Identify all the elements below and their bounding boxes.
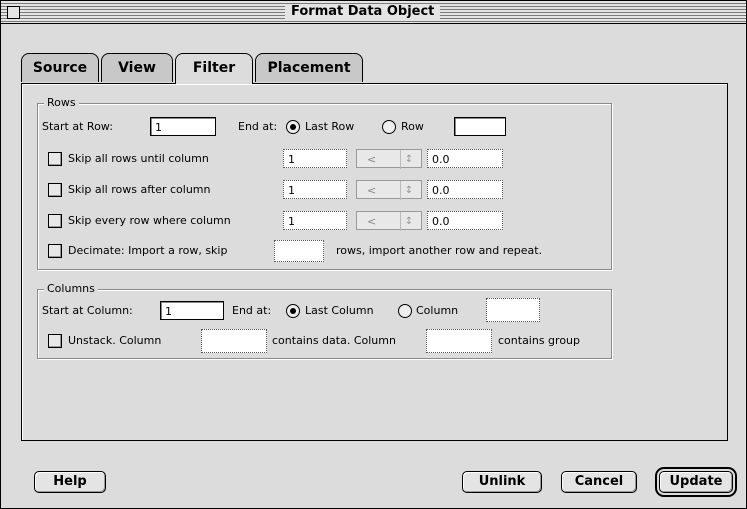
title-bar[interactable]: Format Data Object xyxy=(1,1,746,24)
row-radio[interactable] xyxy=(382,120,396,134)
tab-view[interactable]: View xyxy=(101,53,173,82)
contains-group-label: contains group xyxy=(498,334,581,347)
unstack-group-column-input[interactable] xyxy=(426,329,492,353)
tab-source[interactable]: Source xyxy=(21,53,99,82)
skip-after-value-input[interactable]: 0.0 xyxy=(427,180,503,199)
format-data-object-window: Format Data Object Source View Filter Pl… xyxy=(0,0,747,509)
rows-group: Rows Start at Row: 1 End at: Last Row Ro… xyxy=(37,96,612,270)
close-box-icon[interactable] xyxy=(7,6,20,19)
help-button[interactable]: Help xyxy=(34,471,106,493)
decimate-skip-input[interactable] xyxy=(274,240,324,262)
rows-end-at-label: End at: xyxy=(238,120,278,133)
popup-arrows-icon: ↕ xyxy=(400,150,417,169)
last-row-radio[interactable] xyxy=(286,120,300,134)
skip-after-checkbox[interactable] xyxy=(48,183,62,197)
start-at-row-label: Start at Row: xyxy=(42,120,113,133)
filter-panel: Rows Start at Row: 1 End at: Last Row Ro… xyxy=(21,83,728,441)
tab-filter[interactable]: Filter xyxy=(175,53,253,84)
decimate-label: Decimate: Import a row, skip xyxy=(68,244,228,257)
cancel-button[interactable]: Cancel xyxy=(561,471,637,493)
end-column-input[interactable] xyxy=(486,298,540,322)
skip-until-value-input[interactable]: 0.0 xyxy=(427,149,503,168)
unstack-data-column-input[interactable] xyxy=(201,329,267,353)
skip-until-checkbox[interactable] xyxy=(48,152,62,166)
columns-legend: Columns xyxy=(44,282,98,295)
end-row-input[interactable] xyxy=(454,117,506,136)
skip-every-operator-value: < xyxy=(367,215,377,228)
start-at-column-label: Start at Column: xyxy=(42,304,133,317)
decimate-checkbox[interactable] xyxy=(48,244,62,258)
skip-until-column-input[interactable]: 1 xyxy=(283,149,347,168)
last-row-label: Last Row xyxy=(305,120,355,133)
popup-arrows-icon: ↕ xyxy=(400,212,417,231)
last-column-radio[interactable] xyxy=(286,304,300,318)
skip-every-label: Skip every row where column xyxy=(68,214,231,227)
unstack-checkbox[interactable] xyxy=(48,334,62,348)
skip-after-operator-value: < xyxy=(367,184,377,197)
window-title: Format Data Object xyxy=(285,4,441,20)
skip-after-operator-select[interactable]: < ↕ xyxy=(356,180,422,200)
column-label: Column xyxy=(416,304,459,317)
skip-every-column-input[interactable]: 1 xyxy=(283,211,347,230)
unlink-button[interactable]: Unlink xyxy=(462,471,542,493)
skip-every-checkbox[interactable] xyxy=(48,214,62,228)
contains-data-label: contains data. Column xyxy=(272,334,396,347)
columns-end-at-label: End at: xyxy=(232,304,272,317)
tab-placement[interactable]: Placement xyxy=(255,53,363,82)
unstack-label: Unstack. Column xyxy=(68,334,162,347)
decimate-suffix-label: rows, import another row and repeat. xyxy=(336,244,543,257)
column-radio[interactable] xyxy=(398,304,412,318)
popup-arrows-icon: ↕ xyxy=(400,181,417,200)
columns-group: Columns Start at Column: 1 End at: Last … xyxy=(37,282,612,359)
skip-until-operator-value: < xyxy=(367,153,377,166)
row-label: Row xyxy=(401,120,424,133)
start-at-column-input[interactable]: 1 xyxy=(160,301,224,320)
skip-after-column-input[interactable]: 1 xyxy=(283,180,347,199)
update-button[interactable]: Update xyxy=(655,467,737,497)
rows-legend: Rows xyxy=(44,96,79,109)
skip-every-value-input[interactable]: 0.0 xyxy=(427,211,503,230)
skip-until-operator-select[interactable]: < ↕ xyxy=(356,149,422,169)
skip-after-label: Skip all rows after column xyxy=(68,183,211,196)
last-column-label: Last Column xyxy=(305,304,374,317)
skip-every-operator-select[interactable]: < ↕ xyxy=(356,211,422,231)
skip-until-label: Skip all rows until column xyxy=(68,152,209,165)
start-at-row-input[interactable]: 1 xyxy=(150,117,216,136)
